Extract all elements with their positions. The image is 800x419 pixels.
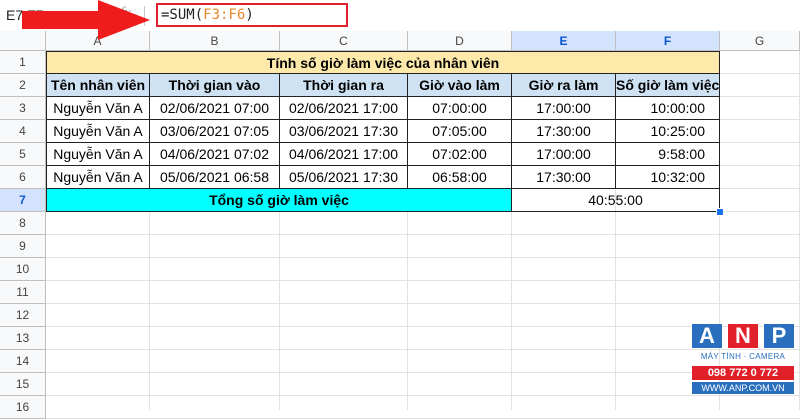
row-header-11[interactable]: 11 <box>0 281 46 304</box>
gridline-horizontal <box>46 280 800 281</box>
anp-logo: A N P MÁY TÍNH · CAMERA 098 772 0 772 WW… <box>692 324 794 406</box>
row-header-9[interactable]: 9 <box>0 235 46 258</box>
header-cell[interactable]: Số giờ làm việc <box>616 74 720 97</box>
row-header-4[interactable]: 4 <box>0 120 46 143</box>
row-header-8[interactable]: 8 <box>0 212 46 235</box>
data-cell[interactable]: 07:00:00 <box>408 97 512 120</box>
gridline-horizontal <box>46 395 800 396</box>
row-header-6[interactable]: 6 <box>0 166 46 189</box>
total-label[interactable]: Tổng số giờ làm việc <box>46 189 512 212</box>
logo-letter-p: P <box>764 324 794 348</box>
formula-suffix: ) <box>245 7 254 23</box>
column-header-c[interactable]: C <box>280 31 408 51</box>
sheet-title[interactable]: Tính số giờ làm việc của nhân viên <box>46 51 720 74</box>
gridline-horizontal <box>46 349 800 350</box>
header-cell[interactable]: Tên nhân viên <box>46 74 150 97</box>
data-cell[interactable]: 17:00:00 <box>512 97 616 120</box>
formula-range-ref: F3:F6 <box>203 7 246 23</box>
data-cell[interactable]: Nguyễn Văn A <box>46 143 150 166</box>
gridline-horizontal <box>46 257 800 258</box>
data-cell[interactable]: 10:25:00 <box>616 120 720 143</box>
row-header-14[interactable]: 14 <box>0 350 46 373</box>
row-header-3[interactable]: 3 <box>0 97 46 120</box>
data-cell[interactable]: 03/06/2021 07:05 <box>150 120 280 143</box>
formula-prefix: =SUM( <box>161 7 204 23</box>
data-cell[interactable]: 10:32:00 <box>616 166 720 189</box>
data-cell[interactable]: Nguyễn Văn A <box>46 166 150 189</box>
row-header-1[interactable]: 1 <box>0 51 46 74</box>
header-cell[interactable]: Thời gian ra <box>280 74 408 97</box>
logo-phone: 098 772 0 772 <box>692 366 794 380</box>
row-header-15[interactable]: 15 <box>0 373 46 396</box>
row-header-10[interactable]: 10 <box>0 258 46 281</box>
row-header-2[interactable]: 2 <box>0 74 46 97</box>
gridline-horizontal <box>46 372 800 373</box>
logo-letter-a: A <box>692 324 722 348</box>
column-header-d[interactable]: D <box>408 31 512 51</box>
data-cell[interactable]: 06:58:00 <box>408 166 512 189</box>
row-header-7[interactable]: 7 <box>0 189 46 212</box>
column-header-b[interactable]: B <box>150 31 280 51</box>
selection-fill-handle[interactable] <box>716 208 724 216</box>
red-arrow-icon <box>22 0 150 40</box>
row-header-5[interactable]: 5 <box>0 143 46 166</box>
data-cell[interactable]: 07:05:00 <box>408 120 512 143</box>
data-cell[interactable]: 17:30:00 <box>512 120 616 143</box>
data-cell[interactable]: 05/06/2021 06:58 <box>150 166 280 189</box>
data-cell[interactable]: 9:58:00 <box>616 143 720 166</box>
header-cell[interactable]: Thời gian vào <box>150 74 280 97</box>
logo-tagline: MÁY TÍNH · CAMERA <box>700 352 786 361</box>
data-cell[interactable]: 17:00:00 <box>512 143 616 166</box>
data-cell[interactable]: 07:02:00 <box>408 143 512 166</box>
spreadsheet-grid[interactable]: A B C D E F G 1 2 3 4 5 6 7 8 9 10 11 12 13 14 15 16 Tính số gi… <box>0 31 800 419</box>
column-header-g[interactable]: G <box>720 31 800 51</box>
data-cell[interactable]: 05/06/2021 17:30 <box>280 166 408 189</box>
row-header-12[interactable]: 12 <box>0 304 46 327</box>
data-cell[interactable]: 02/06/2021 07:00 <box>150 97 280 120</box>
logo-website: WWW.ANP.COM.VN <box>692 382 794 394</box>
data-cell[interactable]: 04/06/2021 17:00 <box>280 143 408 166</box>
column-header-e[interactable]: E <box>512 31 616 51</box>
data-cell[interactable]: 17:30:00 <box>512 166 616 189</box>
logo-letter-n: N <box>728 324 758 348</box>
total-value[interactable]: 40:55:00 <box>512 189 720 212</box>
gridline-horizontal <box>46 234 800 235</box>
header-cell[interactable]: Giờ vào làm <box>408 74 512 97</box>
gridline-horizontal <box>46 303 800 304</box>
data-cell[interactable]: 02/06/2021 17:00 <box>280 97 408 120</box>
header-cell[interactable]: Giờ ra làm <box>512 74 616 97</box>
row-header-13[interactable]: 13 <box>0 327 46 350</box>
formula-input[interactable]: =SUM(F3:F6) <box>156 3 348 27</box>
data-cell[interactable]: 03/06/2021 17:30 <box>280 120 408 143</box>
data-cell[interactable]: Nguyễn Văn A <box>46 97 150 120</box>
data-cell[interactable]: Nguyễn Văn A <box>46 120 150 143</box>
row-header-16[interactable]: 16 <box>0 396 46 419</box>
data-cell[interactable]: 10:00:00 <box>616 97 720 120</box>
gridline-horizontal <box>46 326 800 327</box>
data-cell[interactable]: 04/06/2021 07:02 <box>150 143 280 166</box>
column-header-f[interactable]: F <box>616 31 720 51</box>
